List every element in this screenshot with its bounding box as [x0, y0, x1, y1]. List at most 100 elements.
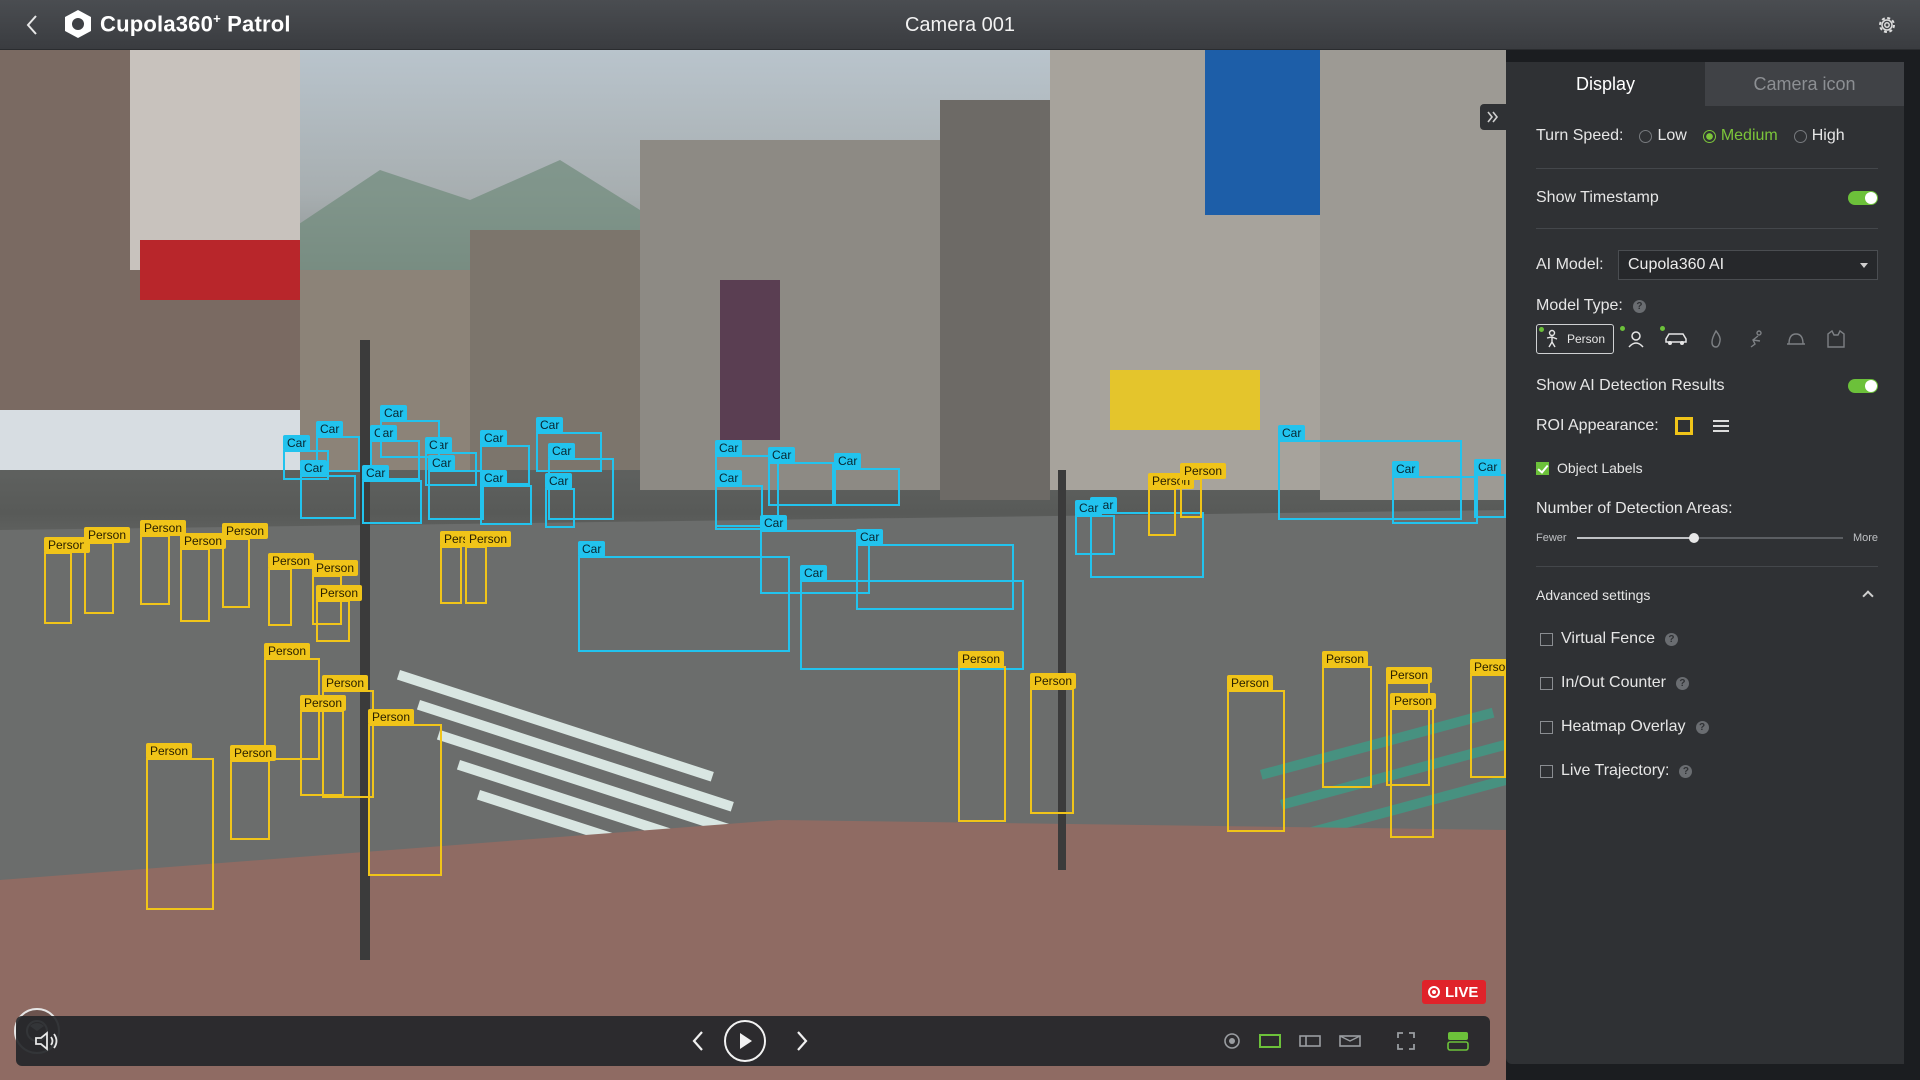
advanced-settings-label: Advanced settings [1536, 587, 1651, 603]
fall-icon [1750, 330, 1762, 348]
ai-detection-overlay: Car Car Car Car Car Car Car Car Car Car Car Car Car C… [0, 50, 1506, 1080]
next-button[interactable] [786, 1025, 818, 1057]
roi-region-icon [1339, 1035, 1361, 1047]
virtual-fence-checkbox[interactable] [1540, 632, 1553, 646]
model-type-helmet[interactable] [1778, 324, 1814, 354]
tab-camera-icon[interactable]: Camera icon [1705, 62, 1904, 106]
live-trajectory-row: Live Trajectory: ? [1540, 760, 1882, 782]
layout-toggle-button[interactable] [1442, 1025, 1474, 1057]
advanced-settings-header[interactable]: Advanced settings [1536, 584, 1878, 606]
face-icon [1628, 331, 1644, 348]
person-detection-box: Person [465, 531, 512, 604]
person-detection-box: Person [1470, 659, 1506, 778]
roi-appearance-label: ROI Appearance: [1536, 417, 1659, 434]
ai-model-select[interactable]: Cupola360 AI [1618, 250, 1878, 280]
car-detection-box: Car [856, 529, 1014, 610]
ai-model-row: AI Model: Cupola360 AI [1536, 250, 1878, 280]
help-icon[interactable]: ? [1695, 720, 1709, 734]
object-labels-checkbox[interactable] [1536, 461, 1549, 475]
person-detection-box: Person [1227, 675, 1285, 832]
person-detection-box: Person [440, 531, 487, 604]
roi-strip-icon [1299, 1035, 1321, 1047]
car-detection-label: Car [856, 529, 884, 545]
help-icon[interactable]: ? [1675, 676, 1689, 690]
chevron-up-icon[interactable] [1862, 590, 1874, 602]
panel-collapse-button[interactable] [1480, 104, 1506, 130]
person-detection-label: Person [316, 585, 363, 601]
settings-button[interactable] [1874, 12, 1900, 38]
roi-strip-button[interactable] [1294, 1025, 1326, 1057]
object-labels-row: Object Labels [1536, 458, 1878, 478]
roi-box-style-icon[interactable] [1674, 417, 1693, 435]
person-detection-label: Person [1470, 659, 1506, 675]
volume-button[interactable] [32, 1025, 64, 1057]
model-type-vest[interactable] [1818, 324, 1854, 354]
chevron-down-icon [1860, 263, 1868, 268]
camera-title: Camera 001 [904, 14, 1016, 36]
person-detection-box: Person [958, 651, 1006, 822]
person-detection-box: Person [180, 533, 227, 622]
car-detection-box: Car [545, 473, 575, 528]
car-detection-box: Car [428, 455, 484, 520]
active-dot-icon [1539, 327, 1544, 332]
model-type-fall[interactable] [1738, 324, 1774, 354]
settings-panel: Display Camera icon Turn Speed: Low Medi… [1506, 62, 1904, 1064]
virtual-fence-row: Virtual Fence ? [1540, 628, 1882, 650]
live-trajectory-checkbox[interactable] [1540, 764, 1553, 778]
car-detection-label: Car [578, 541, 606, 557]
live-trajectory-label: Live Trajectory: [1561, 762, 1670, 779]
back-button[interactable] [18, 11, 46, 39]
roi-region-button[interactable] [1334, 1025, 1366, 1057]
model-type-face[interactable] [1618, 324, 1654, 354]
model-type-fire[interactable] [1698, 324, 1734, 354]
model-type-selector: Person [1536, 324, 1854, 354]
radio-icon [1639, 129, 1653, 143]
person-detection-label: Person [264, 643, 311, 659]
help-icon[interactable]: ? [1632, 299, 1646, 313]
model-type-person[interactable]: Person [1536, 324, 1615, 354]
help-icon[interactable]: ? [1664, 632, 1678, 646]
heatmap-overlay-checkbox[interactable] [1540, 720, 1553, 734]
previous-button[interactable] [682, 1025, 714, 1057]
model-type-label: Model Type: [1536, 297, 1623, 314]
camera-video-feed[interactable]: Car Car Car Car Car Car Car Car Car Car Car Car Car C… [0, 50, 1506, 1080]
play-button[interactable] [724, 1020, 766, 1062]
person-detection-box: Person [268, 553, 315, 626]
person-detection-label: Person [1030, 673, 1077, 689]
person-detection-label: Person [1322, 651, 1369, 667]
car-detection-box: Car [480, 470, 532, 525]
detection-areas-slider[interactable] [1576, 533, 1843, 543]
turn-speed-medium[interactable]: Medium [1702, 127, 1778, 145]
person-detection-label: Person [312, 560, 359, 576]
car-detection-box: Car [300, 460, 356, 519]
car-detection-label: Car [715, 440, 743, 456]
tab-display[interactable]: Display [1506, 62, 1705, 106]
fullscreen-button[interactable] [1390, 1025, 1422, 1057]
snapshot-button[interactable] [1216, 1025, 1248, 1057]
car-detection-label: Car [548, 443, 576, 459]
show-ai-results-row: Show AI Detection Results [1536, 374, 1878, 398]
slider-fill [1576, 537, 1694, 539]
person-detection-box: Person [300, 695, 347, 796]
show-timestamp-label: Show Timestamp [1536, 189, 1659, 206]
turn-speed-low[interactable]: Low [1639, 127, 1687, 145]
help-icon[interactable]: ? [1679, 764, 1693, 778]
roi-rect-button[interactable] [1254, 1025, 1286, 1057]
roi-list-style-icon[interactable] [1712, 420, 1729, 432]
panel-tabs: Display Camera icon [1506, 62, 1904, 106]
turn-speed-high[interactable]: High [1793, 127, 1845, 145]
person-detection-box: Person [316, 585, 363, 642]
fire-icon [1711, 329, 1721, 348]
vest-icon [1827, 329, 1845, 348]
in-out-counter-checkbox[interactable] [1540, 676, 1553, 690]
show-timestamp-toggle[interactable] [1848, 191, 1878, 205]
slider-thumb[interactable] [1688, 533, 1699, 543]
model-type-person-label: Person [1567, 332, 1606, 346]
model-type-car[interactable] [1658, 324, 1694, 354]
show-ai-results-toggle[interactable] [1848, 379, 1878, 393]
car-detection-label: Car [768, 447, 796, 463]
person-detection-label: Person [146, 743, 193, 759]
person-detection-box: Person [1322, 651, 1372, 788]
car-detection-label: Car [800, 565, 828, 581]
car-detection-label: Car [1075, 500, 1103, 516]
